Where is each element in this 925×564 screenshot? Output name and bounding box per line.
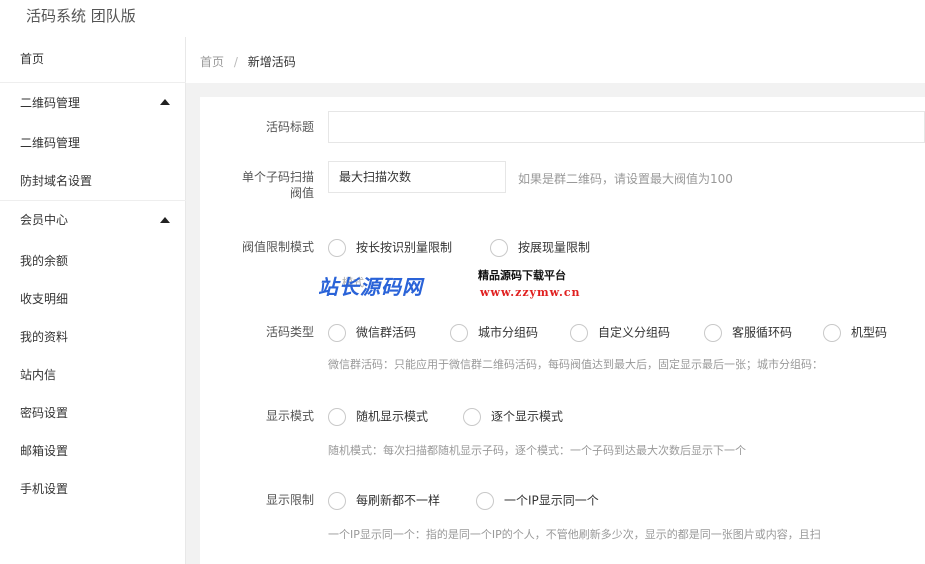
sidebar-item-balance[interactable]: 我的余额: [0, 246, 186, 276]
radio-circle-icon: [570, 323, 588, 342]
sidebar-group-member[interactable]: 会员中心: [0, 205, 186, 235]
watermark-logo: 站长源码网: [318, 275, 423, 299]
app-title: 活码系统 团队版: [26, 7, 136, 25]
scan-threshold-hint: 如果是群二维码，请设置最大阀值为100: [518, 172, 733, 186]
title-label: 活码标题: [265, 120, 314, 134]
sidebar-item-password[interactable]: 密码设置: [0, 398, 186, 428]
radio-restrict-refresh[interactable]: 每刷新都不一样: [328, 490, 440, 510]
radio-circle-icon: [328, 407, 346, 426]
caret-up-icon[interactable]: [160, 99, 170, 105]
limit-mode-label: 阀值限制模式: [241, 240, 314, 254]
radio-circle-icon: [490, 238, 508, 257]
form-panel: 活码标题 单个子码扫描 阀值 如果是群二维码，请设置最大阀值为100 阀值限制模…: [200, 97, 925, 564]
sidebar-item-qrcode-manage[interactable]: 二维码管理: [0, 128, 186, 158]
radio-circle-icon: [463, 407, 481, 426]
scan-threshold-input[interactable]: [328, 161, 506, 193]
sidebar-group-label: 会员中心: [20, 213, 69, 227]
sidebar-item-transactions[interactable]: 收支明细: [0, 284, 186, 314]
radio-type-service-loop[interactable]: 客服循环码: [704, 322, 792, 342]
sidebar-item-messages[interactable]: 站内信: [0, 360, 186, 390]
sidebar-group-label: 二维码管理: [20, 96, 81, 110]
sidebar-item-email[interactable]: 邮箱设置: [0, 436, 186, 466]
radio-circle-icon: [328, 491, 346, 510]
watermark-slogan: 精品源码下载平台: [478, 269, 566, 282]
watermark: 模式 站长源码网 精品源码下载平台 www.zzymw.cn: [318, 265, 618, 305]
scan-threshold-label-line1: 单个子码扫描: [241, 170, 314, 184]
radio-circle-icon: [328, 323, 346, 342]
display-mode-help: 随机模式：每次扫描都随机显示子码，逐个模式：一个子码到达最大次数后显示下一个: [328, 444, 746, 457]
radio-circle-icon: [704, 323, 722, 342]
radio-display-random[interactable]: 随机显示模式: [328, 406, 428, 426]
sidebar-group-qrcode[interactable]: 二维码管理: [0, 88, 186, 118]
breadcrumb-current: 新增活码: [247, 55, 296, 69]
code-type-help: 微信群活码：只能应用于微信群二维码活码，每码阀值达到最大后，固定显示最后一张；城…: [328, 358, 823, 371]
breadcrumb-bar: 首页 / 新增活码: [186, 37, 925, 83]
sidebar-item-phone[interactable]: 手机设置: [0, 474, 186, 504]
code-type-label: 活码类型: [265, 325, 314, 339]
sidebar-item-profile[interactable]: 我的资料: [0, 322, 186, 352]
radio-type-device[interactable]: 机型码: [823, 322, 887, 342]
display-restrict-label: 显示限制: [265, 493, 314, 507]
sidebar-item-domain-settings[interactable]: 防封域名设置: [0, 166, 186, 196]
caret-up-icon[interactable]: [160, 217, 170, 223]
scan-threshold-label: 单个子码扫描 阀值: [200, 169, 314, 201]
radio-type-custom-group[interactable]: 自定义分组码: [570, 322, 670, 342]
radio-display-sequential[interactable]: 逐个显示模式: [463, 406, 563, 426]
display-restrict-help: 一个IP显示同一个：指的是同一个IP的个人，不管他刷新多少次，显示的都是同一张图…: [328, 528, 821, 541]
radio-limit-impression[interactable]: 按展现量限制: [490, 237, 590, 257]
radio-circle-icon: [823, 323, 841, 342]
radio-restrict-ip[interactable]: 一个IP显示同一个: [476, 490, 599, 510]
radio-circle-icon: [450, 323, 468, 342]
sidebar: 首页 二维码管理 二维码管理 防封域名设置 会员中心 我的余额 收支明细 我的资…: [0, 37, 186, 564]
watermark-url: www.zzymw.cn: [480, 286, 581, 299]
display-mode-label: 显示模式: [265, 409, 314, 423]
radio-limit-longpress[interactable]: 按长按识别量限制: [328, 237, 452, 257]
radio-type-wechat-group[interactable]: 微信群活码: [328, 322, 416, 342]
sidebar-divider: [0, 82, 186, 83]
top-bar: 活码系统 团队版: [0, 0, 925, 37]
radio-circle-icon: [328, 238, 346, 257]
scan-threshold-label-line2: 阀值: [289, 186, 314, 200]
title-input[interactable]: [328, 111, 925, 143]
breadcrumb-home[interactable]: 首页: [200, 55, 224, 69]
radio-circle-icon: [476, 491, 494, 510]
sidebar-item-home[interactable]: 首页: [0, 44, 186, 74]
breadcrumb-separator: /: [233, 55, 238, 69]
radio-type-city-group[interactable]: 城市分组码: [450, 322, 538, 342]
sidebar-divider: [0, 200, 186, 201]
breadcrumb: 首页 / 新增活码: [200, 53, 296, 70]
